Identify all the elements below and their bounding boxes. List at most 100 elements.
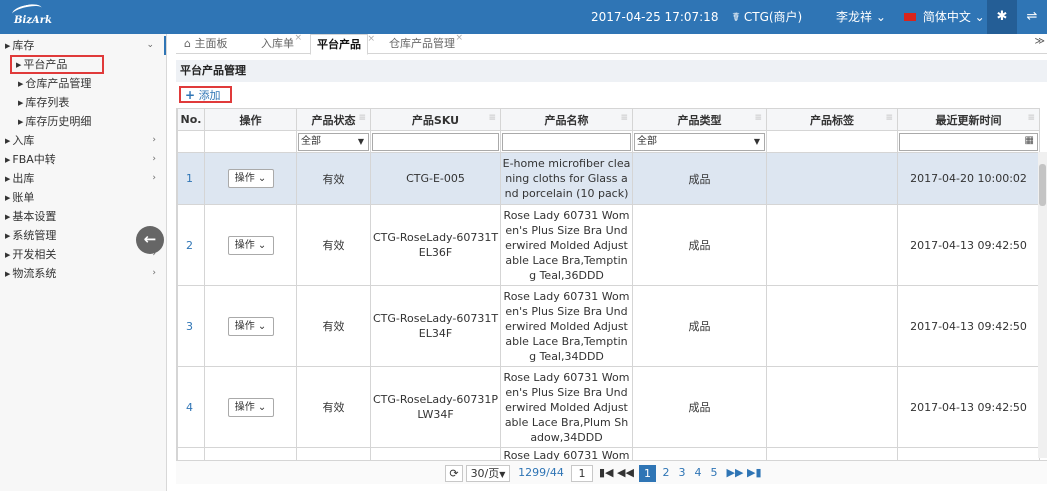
- col-header-tag[interactable]: 产品标签 ≡: [766, 108, 898, 131]
- close-icon[interactable]: ×: [455, 28, 463, 48]
- last-page-icon[interactable]: ▶▮: [747, 465, 762, 482]
- col-header-sku[interactable]: 产品SKU ≡: [370, 108, 501, 131]
- row-actions: 操作 ⌄: [204, 366, 297, 448]
- add-button[interactable]: + 添加: [179, 86, 232, 103]
- operate-dropdown-button[interactable]: 操作 ⌄: [227, 397, 274, 417]
- table-row[interactable]: 2 操作 ⌄ 有效 CTG-RoseLady-60731TEL36F Rose …: [177, 204, 1040, 286]
- col-header-updated[interactable]: 最近更新时间 ≡: [897, 108, 1040, 131]
- row-name: E-home microfiber cleaning cloths for Gl…: [500, 152, 633, 205]
- page-button-2[interactable]: 2: [659, 465, 673, 482]
- scrollbar-thumb[interactable]: [1039, 164, 1046, 206]
- row-updated: 2017-04-13 09:42:50: [897, 366, 1040, 448]
- first-page-icon[interactable]: ▮◀: [599, 465, 614, 482]
- prev-page-icon[interactable]: ◀◀: [617, 465, 634, 482]
- sidebar-group-basic-settings[interactable]: ▶ 基本设置: [0, 207, 166, 226]
- row-type: 成品: [632, 152, 767, 205]
- account-menu[interactable]: ☤ CTG(商户): [732, 0, 802, 34]
- sidebar-group-fba-transfer[interactable]: ▶ FBA中转 ›: [0, 150, 166, 169]
- table-row[interactable]: 3 操作 ⌄ 有效 CTG-RoseLady-60731TEL34F Rose …: [177, 285, 1040, 367]
- tab-warehouse-products[interactable]: 仓库产品管理 ×: [389, 33, 463, 54]
- row-actions: 操作 ⌄: [204, 204, 297, 286]
- col-header-name[interactable]: 产品名称 ≡: [500, 108, 633, 131]
- row-sku: CTG-RoseLady-60731TEL36F: [370, 204, 501, 286]
- chevron-down-icon: ⌄: [974, 10, 985, 24]
- chevron-down-icon: ⌄: [257, 401, 267, 413]
- row-tag: [766, 447, 898, 460]
- filter-cell: [500, 130, 633, 153]
- sidebar-group-outbound[interactable]: ▶ 出库 ›: [0, 169, 166, 188]
- sidebar-group-billing[interactable]: ▶ 账单: [0, 188, 166, 207]
- filter-cell: [766, 130, 898, 153]
- name-filter-input[interactable]: [502, 132, 631, 151]
- page-button-4[interactable]: 4: [691, 465, 705, 482]
- tab-platform-products[interactable]: 平台产品 ×: [310, 34, 375, 55]
- chevron-right-icon: ›: [152, 154, 156, 164]
- caret-right-icon: ▶: [5, 251, 11, 259]
- caret-right-icon: ▶: [5, 213, 11, 221]
- sort-icon[interactable]: ≡: [1027, 113, 1035, 123]
- chevron-right-icon: ›: [152, 135, 156, 145]
- row-status: 有效: [296, 152, 371, 205]
- table-row[interactable]: Rose Lady 60731 Wom: [177, 447, 1040, 460]
- table-row[interactable]: 4 操作 ⌄ 有效 CTG-RoseLady-60731PLW34F Rose …: [177, 366, 1040, 448]
- page-number-input[interactable]: 1: [571, 465, 593, 482]
- page-button-5[interactable]: 5: [707, 465, 721, 482]
- row-sku: CTG-E-005: [370, 152, 501, 205]
- row-tag: [766, 204, 898, 286]
- row-type: [632, 447, 767, 460]
- sidebar-item-inventory-history[interactable]: ▶ 库存历史明细: [0, 112, 166, 131]
- date-filter-input[interactable]: ▦: [899, 132, 1038, 151]
- page-title: 平台产品管理: [176, 60, 1047, 82]
- sidebar-item-warehouse-products[interactable]: ▶ 仓库产品管理: [0, 74, 166, 93]
- language-menu[interactable]: 简体中文 ⌄: [904, 0, 985, 34]
- sidebar-group-logistics[interactable]: ▶ 物流系统 ›: [0, 264, 166, 283]
- grid-scrollbar[interactable]: [1038, 152, 1047, 458]
- page-button-1[interactable]: 1: [639, 465, 656, 482]
- col-header-status[interactable]: 产品状态 ≡: [296, 108, 371, 131]
- sidebar-item-inventory-list[interactable]: ▶ 库存列表: [0, 93, 166, 112]
- caret-right-icon: ▶: [5, 270, 11, 278]
- col-header-actions: 操作: [204, 108, 297, 131]
- user-menu[interactable]: 李龙祥 ⌄: [836, 0, 886, 34]
- tab-dashboard[interactable]: ⌂ 主面板: [184, 34, 227, 54]
- pin-icon[interactable]: ✱: [987, 0, 1017, 34]
- tabs-more-icon[interactable]: ≫: [1035, 36, 1045, 47]
- sidebar-group-inventory[interactable]: ▶ 库存 ⌄: [0, 36, 166, 55]
- sort-icon[interactable]: ≡: [620, 113, 628, 123]
- calendar-icon[interactable]: ▦: [1025, 135, 1034, 146]
- col-header-no[interactable]: No.: [177, 108, 205, 131]
- caret-down-icon: ▼: [753, 136, 760, 146]
- status-filter-select[interactable]: 全部 ▼: [298, 132, 369, 151]
- close-icon[interactable]: ×: [367, 29, 375, 49]
- per-page-select[interactable]: 30/页▼: [466, 465, 510, 482]
- page-summary: 1299/44: [518, 466, 564, 479]
- chevron-right-icon: ›: [152, 268, 156, 278]
- row-sku: [370, 447, 501, 460]
- sort-icon[interactable]: ≡: [754, 113, 762, 123]
- row-type: 成品: [632, 366, 767, 448]
- bizark-logo[interactable]: BizArk: [10, 2, 52, 29]
- sort-icon[interactable]: ≡: [358, 113, 366, 123]
- caret-right-icon: ▶: [18, 80, 24, 88]
- type-filter-select[interactable]: 全部 ▼: [634, 132, 765, 151]
- table-row[interactable]: 1 操作 ⌄ 有效 CTG-E-005 E-home microfiber cl…: [177, 152, 1040, 205]
- sidebar-group-inbound[interactable]: ▶ 入库 ›: [0, 131, 166, 150]
- next-page-icon[interactable]: ▶▶: [726, 465, 744, 482]
- row-tag: [766, 285, 898, 367]
- refresh-icon[interactable]: ⟳: [445, 465, 463, 482]
- chevron-right-icon: ›: [152, 173, 156, 183]
- swap-icon[interactable]: ⇌: [1017, 0, 1047, 34]
- sku-filter-input[interactable]: [372, 132, 499, 151]
- sort-icon[interactable]: ≡: [488, 113, 496, 123]
- close-icon[interactable]: ×: [294, 28, 302, 48]
- tab-inbound-orders[interactable]: 入库单 ×: [261, 33, 302, 54]
- operate-dropdown-button[interactable]: 操作 ⌄: [227, 316, 274, 336]
- page-button-3[interactable]: 3: [675, 465, 689, 482]
- operate-dropdown-button[interactable]: 操作 ⌄: [227, 235, 274, 255]
- sidebar-item-platform-products[interactable]: ▶ 平台产品: [10, 55, 104, 74]
- col-header-type[interactable]: 产品类型 ≡: [632, 108, 767, 131]
- sort-icon[interactable]: ≡: [885, 113, 893, 123]
- operate-dropdown-button[interactable]: 操作 ⌄: [227, 169, 274, 188]
- sidebar-collapse-button[interactable]: ←: [136, 226, 164, 254]
- row-updated: 2017-04-13 09:42:50: [897, 285, 1040, 367]
